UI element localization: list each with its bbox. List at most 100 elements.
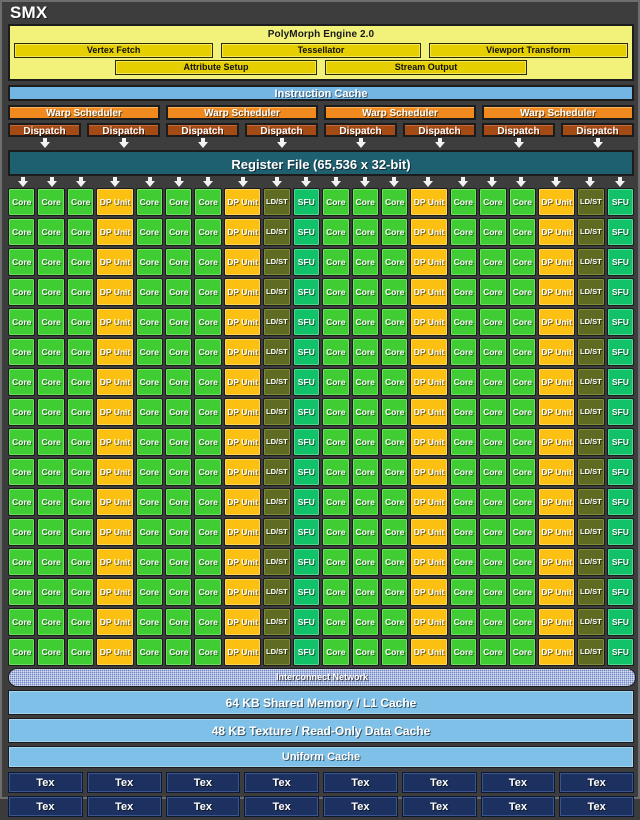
core-cell[interactable]: Core [322,518,350,546]
core-cell[interactable]: Core [380,308,409,336]
core-cell[interactable]: Core [165,428,193,456]
core-cell[interactable]: Core [479,188,507,216]
dp-unit-cell[interactable]: DP Unit [96,578,134,606]
dp-unit-cell[interactable]: DP Unit [410,638,448,666]
core-cell[interactable]: Core [8,218,36,246]
core-cell[interactable]: Core [8,398,36,426]
core-cell[interactable]: Core [194,248,222,276]
core-cell[interactable]: Core [194,488,222,516]
core-cell[interactable]: Core [135,218,164,246]
ldst-unit-cell[interactable]: LD/ST [577,308,605,336]
core-cell[interactable]: Core [37,608,65,636]
core-cell[interactable]: Core [135,608,164,636]
core-cell[interactable]: Core [8,458,36,486]
dp-unit-cell[interactable]: DP Unit [96,398,134,426]
sfu-unit-cell[interactable]: SFU [606,278,635,306]
ldst-unit-cell[interactable]: LD/ST [577,488,605,516]
core-cell[interactable]: Core [194,578,222,606]
ldst-unit-cell[interactable]: LD/ST [577,608,605,636]
core-cell[interactable]: Core [449,428,478,456]
dp-unit-cell[interactable]: DP Unit [96,488,134,516]
core-cell[interactable]: Core [322,188,350,216]
core-cell[interactable]: Core [508,638,536,666]
warp-scheduler-1[interactable]: Warp Scheduler [166,105,318,120]
polymorph-attribute-setup[interactable]: Attribute Setup [115,60,317,75]
core-cell[interactable]: Core [322,248,350,276]
core-cell[interactable]: Core [449,368,478,396]
sfu-unit-cell[interactable]: SFU [292,488,321,516]
dp-unit-cell[interactable]: DP Unit [223,488,262,516]
core-cell[interactable]: Core [8,518,36,546]
core-cell[interactable]: Core [479,398,507,426]
dp-unit-cell[interactable]: DP Unit [537,428,576,456]
sfu-unit-cell[interactable]: SFU [292,548,321,576]
core-cell[interactable]: Core [37,248,65,276]
texture-unit[interactable]: Tex [86,772,162,793]
dispatch-unit-4[interactable]: Dispatch [324,123,397,137]
polymorph-tessellator[interactable]: Tessellator [221,43,421,58]
core-cell[interactable]: Core [8,188,36,216]
dp-unit-cell[interactable]: DP Unit [223,638,262,666]
core-cell[interactable]: Core [449,548,478,576]
ldst-unit-cell[interactable]: LD/ST [263,308,291,336]
core-cell[interactable]: Core [37,308,65,336]
core-cell[interactable]: Core [8,428,36,456]
dp-unit-cell[interactable]: DP Unit [410,398,448,426]
core-cell[interactable]: Core [194,518,222,546]
sfu-unit-cell[interactable]: SFU [292,398,321,426]
core-cell[interactable]: Core [508,608,536,636]
ldst-unit-cell[interactable]: LD/ST [577,458,605,486]
texture-unit[interactable]: Tex [165,796,241,817]
core-cell[interactable]: Core [66,488,95,516]
core-cell[interactable]: Core [322,458,350,486]
core-cell[interactable]: Core [351,188,379,216]
dp-unit-cell[interactable]: DP Unit [537,608,576,636]
dp-unit-cell[interactable]: DP Unit [410,578,448,606]
core-cell[interactable]: Core [66,308,95,336]
dp-unit-cell[interactable]: DP Unit [96,458,134,486]
core-cell[interactable]: Core [449,338,478,366]
dp-unit-cell[interactable]: DP Unit [537,548,576,576]
sfu-unit-cell[interactable]: SFU [292,278,321,306]
core-cell[interactable]: Core [194,308,222,336]
polymorph-viewport-transform[interactable]: Viewport Transform [428,43,628,58]
sfu-unit-cell[interactable]: SFU [606,518,635,546]
dp-unit-cell[interactable]: DP Unit [537,398,576,426]
core-cell[interactable]: Core [37,578,65,606]
core-cell[interactable]: Core [165,458,193,486]
core-cell[interactable]: Core [479,578,507,606]
dp-unit-cell[interactable]: DP Unit [96,338,134,366]
core-cell[interactable]: Core [380,548,409,576]
dp-unit-cell[interactable]: DP Unit [537,338,576,366]
core-cell[interactable]: Core [135,548,164,576]
core-cell[interactable]: Core [37,278,65,306]
core-cell[interactable]: Core [322,578,350,606]
core-cell[interactable]: Core [380,188,409,216]
sfu-unit-cell[interactable]: SFU [606,308,635,336]
core-cell[interactable]: Core [66,398,95,426]
dp-unit-cell[interactable]: DP Unit [537,248,576,276]
core-cell[interactable]: Core [322,398,350,426]
core-cell[interactable]: Core [479,518,507,546]
core-cell[interactable]: Core [380,428,409,456]
core-cell[interactable]: Core [37,338,65,366]
core-cell[interactable]: Core [380,278,409,306]
dispatch-unit-0[interactable]: Dispatch [8,123,81,137]
dp-unit-cell[interactable]: DP Unit [410,188,448,216]
ldst-unit-cell[interactable]: LD/ST [263,278,291,306]
core-cell[interactable]: Core [135,338,164,366]
core-cell[interactable]: Core [8,488,36,516]
warp-scheduler-3[interactable]: Warp Scheduler [482,105,634,120]
core-cell[interactable]: Core [194,188,222,216]
core-cell[interactable]: Core [351,608,379,636]
core-cell[interactable]: Core [351,248,379,276]
core-cell[interactable]: Core [508,428,536,456]
texture-unit[interactable]: Tex [244,796,319,817]
core-cell[interactable]: Core [449,398,478,426]
dp-unit-cell[interactable]: DP Unit [537,368,576,396]
core-cell[interactable]: Core [8,368,36,396]
ldst-unit-cell[interactable]: LD/ST [577,398,605,426]
core-cell[interactable]: Core [165,338,193,366]
dp-unit-cell[interactable]: DP Unit [537,308,576,336]
dp-unit-cell[interactable]: DP Unit [96,218,134,246]
